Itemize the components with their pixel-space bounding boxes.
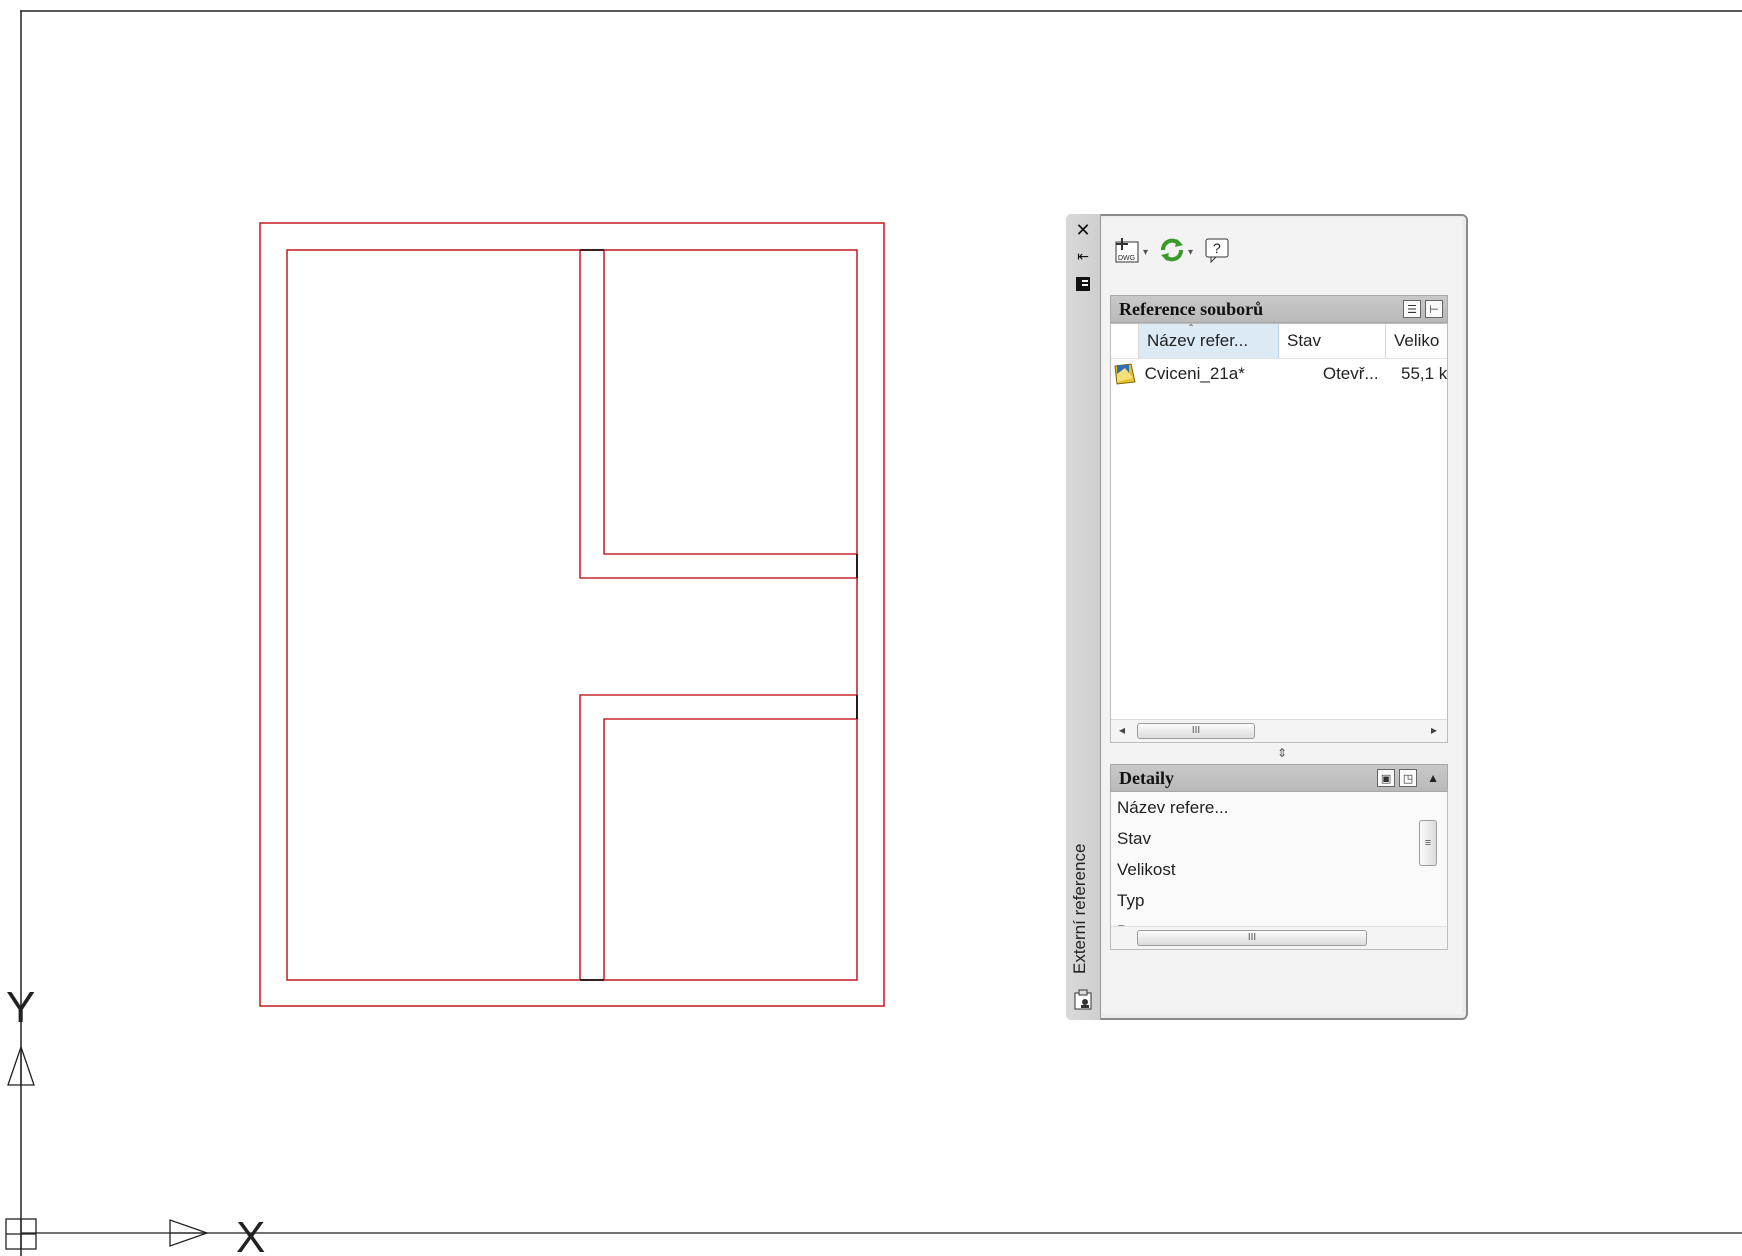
- properties-icon[interactable]: [1073, 274, 1093, 294]
- autohide-icon[interactable]: ⇤: [1073, 246, 1093, 266]
- row-status: Otevř...: [1322, 364, 1379, 383]
- row-name: Cviceni_21a*: [1144, 364, 1245, 383]
- upper-partition-inner[interactable]: [603, 250, 857, 555]
- column-header-name[interactable]: ˆ Název refer...: [1139, 324, 1279, 358]
- palette-title: Externí reference: [1070, 843, 1089, 974]
- detail-label-size: Velikost: [1117, 860, 1176, 879]
- wall-caps: [580, 249, 858, 981]
- details-scroll-thumb[interactable]: III: [1137, 930, 1367, 946]
- refresh-dropdown-arrow[interactable]: ▾: [1188, 247, 1193, 258]
- upper-partition-outer[interactable]: [579, 250, 857, 579]
- svg-text:DWG: DWG: [1118, 255, 1135, 262]
- details-view-icon[interactable]: ▣: [1377, 769, 1396, 787]
- refresh-button[interactable]: ▾: [1155, 236, 1196, 268]
- inner-wall-outline[interactable]: [286, 249, 858, 981]
- palette-title-bar[interactable]: ✕ ⇤ Externí reference: [1066, 214, 1101, 1020]
- palette-toolbar: DWG ▾ ▾ ?: [1110, 234, 1234, 270]
- list-horizontal-scrollbar[interactable]: ◂ III ▸: [1111, 719, 1447, 742]
- panel-splitter[interactable]: ⇕: [1102, 746, 1462, 764]
- clipboard-icon[interactable]: [1073, 989, 1093, 1010]
- drawing-canvas[interactable]: Y X: [0, 0, 1742, 1256]
- help-icon: ?: [1203, 236, 1231, 269]
- details-vertical-scroll-thumb[interactable]: ≡: [1419, 820, 1437, 866]
- detail-label-name: Název refere...: [1117, 798, 1229, 817]
- details-panel[interactable]: Název refere... Stav Velikost Typ Datum …: [1110, 792, 1448, 950]
- file-references-list[interactable]: ˆ Název refer... Stav Veliko Cviceni_21a…: [1110, 323, 1448, 743]
- refresh-icon: [1158, 236, 1186, 269]
- ucs-x-label: X: [236, 1213, 265, 1256]
- external-references-palette[interactable]: ✕ ⇤ Externí reference DWG ▾ ▾ ? Referenc…: [1066, 214, 1468, 1020]
- list-view-icon[interactable]: ☰: [1403, 300, 1421, 318]
- column-header-status[interactable]: Stav: [1279, 324, 1386, 358]
- lower-partition-outer[interactable]: [579, 694, 857, 980]
- sort-ascending-icon: ˆ: [1189, 324, 1193, 336]
- ucs-icon: [5, 1044, 1742, 1250]
- collapse-icon[interactable]: ▲: [1427, 771, 1439, 785]
- help-button[interactable]: ?: [1200, 236, 1234, 268]
- detail-label-status: Stav: [1117, 829, 1152, 848]
- tree-view-icon[interactable]: ⊢: [1425, 300, 1443, 318]
- outer-wall-outline[interactable]: [259, 222, 885, 1007]
- attach-dwg-icon: DWG: [1113, 236, 1141, 269]
- svg-text:?: ?: [1213, 240, 1221, 256]
- column-header-size[interactable]: Veliko: [1386, 324, 1444, 358]
- icon-column-header: [1111, 324, 1139, 358]
- attach-dropdown-arrow[interactable]: ▾: [1143, 247, 1148, 258]
- palette-body: DWG ▾ ▾ ? Reference souborů ☰ ⊢ ˆ Název …: [1102, 218, 1462, 1014]
- details-header[interactable]: Detaily ▣ ◳ ▲: [1110, 764, 1448, 792]
- file-references-title: Reference souborů: [1119, 298, 1264, 319]
- lower-partition-inner[interactable]: [603, 718, 857, 980]
- details-horizontal-scrollbar[interactable]: III: [1111, 926, 1447, 949]
- list-column-headers: ˆ Název refer... Stav Veliko: [1111, 324, 1447, 359]
- scroll-right-icon[interactable]: ▸: [1431, 723, 1437, 737]
- floor-plan[interactable]: [259, 222, 885, 1007]
- file-references-header[interactable]: Reference souborů ☰ ⊢: [1110, 295, 1448, 323]
- details-title: Detaily: [1119, 767, 1174, 788]
- list-scroll-thumb[interactable]: III: [1137, 723, 1255, 739]
- close-icon[interactable]: ✕: [1073, 220, 1093, 240]
- scroll-left-icon[interactable]: ◂: [1119, 723, 1125, 737]
- attach-dwg-button[interactable]: DWG ▾: [1110, 236, 1151, 268]
- row-size: 55,1 k: [1401, 364, 1448, 383]
- list-item[interactable]: Cviceni_21a* Otevř... 55,1 k: [1111, 358, 1447, 390]
- detail-label-type: Typ: [1117, 891, 1145, 910]
- drawing-file-icon: [1111, 362, 1139, 386]
- ucs-y-label: Y: [6, 983, 35, 1032]
- preview-view-icon[interactable]: ◳: [1399, 769, 1418, 787]
